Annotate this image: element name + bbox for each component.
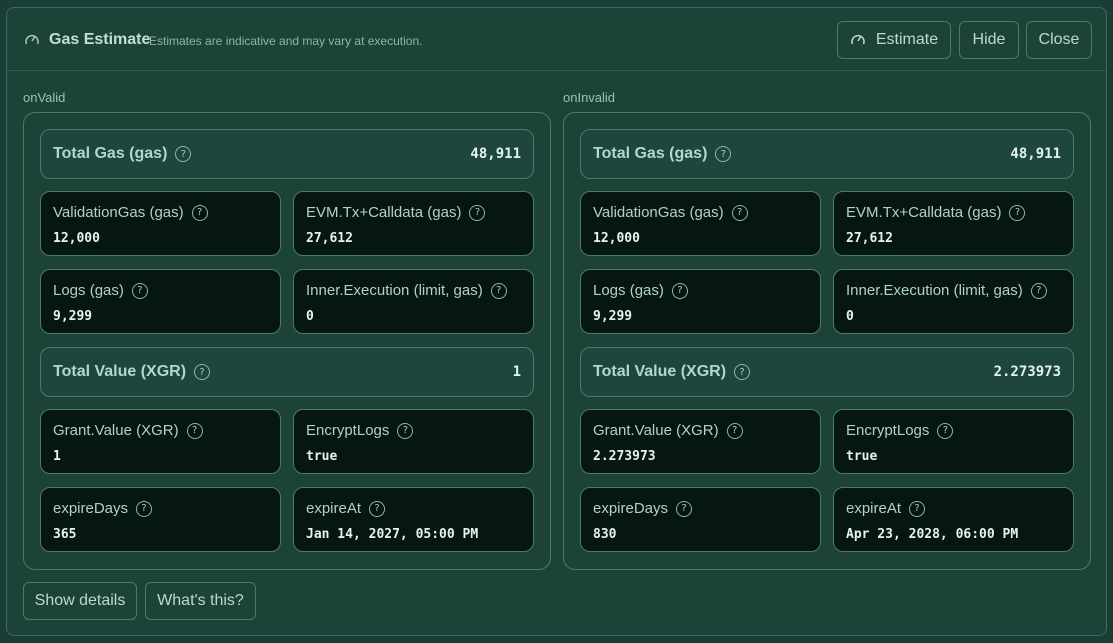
gauge-icon: [25, 34, 39, 45]
panel-header: Gas Estimate Estimates are indicative an…: [7, 8, 1106, 71]
expire-days-value: 365: [53, 527, 77, 542]
evm-gas-card: EVM.Tx+Calldata (gas)? 27,612: [293, 191, 534, 256]
grant-value-value: 1: [53, 449, 61, 464]
validation-gas-value: 12,000: [53, 231, 100, 246]
grant-value-card: Grant.Value (XGR)? 2.273973: [580, 409, 821, 474]
help-icon[interactable]: ?: [469, 204, 486, 221]
help-icon[interactable]: ?: [731, 204, 748, 221]
help-icon[interactable]: ?: [369, 500, 386, 517]
help-icon[interactable]: ?: [194, 364, 211, 380]
expire-days-card: expireDays? 365: [40, 487, 281, 552]
help-icon[interactable]: ?: [671, 282, 688, 299]
help-icon[interactable]: ?: [726, 422, 743, 439]
encrypt-logs-value: true: [306, 449, 338, 464]
on-invalid-section: Total Gas (gas)? 48,911 ValidationGas (g…: [563, 112, 1091, 570]
help-icon[interactable]: ?: [186, 422, 203, 439]
expire-at-value: Apr 23, 2028, 06:00 PM: [846, 527, 1019, 542]
expire-days-label: expireDays: [593, 500, 669, 517]
encrypt-logs-card: EncryptLogs? true: [833, 409, 1074, 474]
panel-subtitle: Estimates are indicative and may vary at…: [149, 34, 423, 48]
grant-value-value: 2.273973: [593, 449, 656, 464]
inner-execution-card: Inner.Execution (limit, gas)? 0: [293, 269, 534, 334]
total-gas-label: Total Gas (gas): [593, 145, 708, 162]
grant-value-label: Grant.Value (XGR): [53, 422, 179, 439]
total-gas-row: Total Gas (gas)? 48,911: [40, 129, 534, 179]
total-value-row: Total Value (XGR)? 2.273973: [580, 347, 1074, 397]
estimate-button[interactable]: Estimate: [837, 21, 951, 59]
on-invalid-label: onInvalid: [563, 90, 616, 105]
evm-gas-value: 27,612: [846, 231, 893, 246]
total-gas-label: Total Gas (gas): [53, 145, 168, 162]
inner-execution-value: 0: [846, 309, 854, 324]
grant-value-label: Grant.Value (XGR): [593, 422, 719, 439]
total-gas-value: 48,911: [470, 146, 521, 162]
gas-estimate-panel: Gas Estimate Estimates are indicative an…: [6, 7, 1107, 636]
estimate-button-label: Estimate: [875, 31, 939, 48]
logs-gas-value: 9,299: [53, 309, 93, 324]
evm-gas-label: EVM.Tx+Calldata (gas): [306, 204, 462, 221]
help-icon[interactable]: ?: [1030, 282, 1047, 299]
hide-button[interactable]: Hide: [959, 21, 1019, 59]
on-valid-label: onValid: [23, 90, 66, 105]
close-button[interactable]: Close: [1026, 21, 1092, 59]
expire-at-card: expireAt? Jan 14, 2027, 05:00 PM: [293, 487, 534, 552]
inner-execution-card: Inner.Execution (limit, gas)? 0: [833, 269, 1074, 334]
total-value-label: Total Value (XGR): [593, 363, 727, 380]
evm-gas-value: 27,612: [306, 231, 353, 246]
on-valid-section: Total Gas (gas)? 48,911 ValidationGas (g…: [23, 112, 551, 570]
help-icon[interactable]: ?: [909, 500, 926, 517]
evm-gas-card: EVM.Tx+Calldata (gas)? 27,612: [833, 191, 1074, 256]
validation-gas-label: ValidationGas (gas): [53, 204, 184, 221]
logs-gas-card: Logs (gas)? 9,299: [580, 269, 821, 334]
expire-days-card: expireDays? 830: [580, 487, 821, 552]
panel-title: Gas Estimate: [49, 31, 151, 48]
help-icon[interactable]: ?: [676, 500, 693, 517]
help-icon[interactable]: ?: [734, 364, 751, 380]
validation-gas-card: ValidationGas (gas)? 12,000: [580, 191, 821, 256]
encrypt-logs-value: true: [846, 449, 878, 464]
help-icon[interactable]: ?: [191, 204, 208, 221]
total-value-value: 2.273973: [993, 364, 1061, 380]
logs-gas-value: 9,299: [593, 309, 633, 324]
help-icon[interactable]: ?: [490, 282, 507, 299]
validation-gas-card: ValidationGas (gas)? 12,000: [40, 191, 281, 256]
expire-days-label: expireDays: [53, 500, 129, 517]
show-details-button[interactable]: Show details: [23, 582, 137, 620]
help-icon[interactable]: ?: [136, 500, 153, 517]
total-gas-row: Total Gas (gas)? 48,911: [580, 129, 1074, 179]
validation-gas-value: 12,000: [593, 231, 640, 246]
encrypt-logs-card: EncryptLogs? true: [293, 409, 534, 474]
inner-execution-label: Inner.Execution (limit, gas): [306, 282, 483, 299]
expire-at-card: expireAt? Apr 23, 2028, 06:00 PM: [833, 487, 1074, 552]
encrypt-logs-label: EncryptLogs: [846, 422, 930, 439]
grant-value-card: Grant.Value (XGR)? 1: [40, 409, 281, 474]
total-value-row: Total Value (XGR)? 1: [40, 347, 534, 397]
gauge-icon: [851, 34, 865, 45]
help-icon[interactable]: ?: [131, 282, 148, 299]
help-icon[interactable]: ?: [715, 146, 732, 162]
expire-days-value: 830: [593, 527, 617, 542]
validation-gas-label: ValidationGas (gas): [593, 204, 724, 221]
help-icon[interactable]: ?: [175, 146, 192, 162]
expire-at-label: expireAt: [306, 500, 362, 517]
help-icon[interactable]: ?: [1009, 204, 1026, 221]
whats-this-button[interactable]: What's this?: [145, 582, 256, 620]
logs-gas-label: Logs (gas): [53, 282, 124, 299]
logs-gas-card: Logs (gas)? 9,299: [40, 269, 281, 334]
logs-gas-label: Logs (gas): [593, 282, 664, 299]
help-icon[interactable]: ?: [397, 422, 414, 439]
expire-at-value: Jan 14, 2027, 05:00 PM: [306, 527, 479, 542]
inner-execution-label: Inner.Execution (limit, gas): [846, 282, 1023, 299]
total-gas-value: 48,911: [1010, 146, 1061, 162]
inner-execution-value: 0: [306, 309, 314, 324]
help-icon[interactable]: ?: [937, 422, 954, 439]
encrypt-logs-label: EncryptLogs: [306, 422, 390, 439]
evm-gas-label: EVM.Tx+Calldata (gas): [846, 204, 1002, 221]
total-value-value: 1: [512, 364, 521, 380]
total-value-label: Total Value (XGR): [53, 363, 187, 380]
expire-at-label: expireAt: [846, 500, 902, 517]
